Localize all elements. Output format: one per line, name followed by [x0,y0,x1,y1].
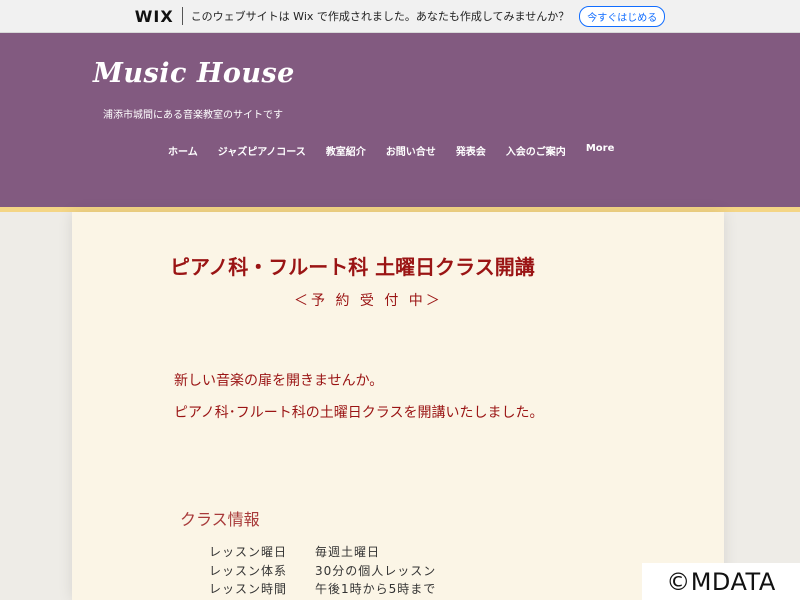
copyright-watermark: ©MDATA [642,563,800,600]
nav-item-recital[interactable]: 発表会 [446,143,496,158]
site-subtitle: 浦添市城間にある音楽教室のサイトです [103,110,283,121]
intro-text-line: ピアノ科･フルート科の土曜日クラスを開講いたしました。 [174,405,544,421]
class-info-row: レッスン時間 午後1時から5時まで [209,580,436,597]
class-info-heading: クラス情報 [180,510,260,529]
nav-item-more[interactable]: More [576,143,625,158]
intro-text-line: 新しい音楽の扉を開きませんか。 [174,373,384,389]
page-headline: ピアノ科・フルート科 土曜日クラス開講 [170,255,535,279]
site-title[interactable]: Music House [93,58,295,89]
wix-divider [181,7,183,25]
class-info-row: レッスン曜日 毎週土曜日 [209,543,380,560]
wix-banner-message: このウェブサイトは Wix で作成されました。あなたも作成してみませんか？ [190,10,570,23]
nav-item-jazz-piano[interactable]: ジャズピアノコース [208,143,316,158]
class-info-value: 30分の個人レッスン [315,564,437,578]
class-info-label: レッスン体系 [209,564,288,578]
reservation-notice: ＜予 約 受 付 中＞ [294,293,443,309]
class-info-value: 午後1時から5時まで [315,582,437,596]
nav-item-home[interactable]: ホーム [158,143,208,158]
wix-banner: WIX このウェブサイトは Wix で作成されました。あなたも作成してみませんか… [0,0,800,33]
nav-item-enrollment[interactable]: 入会のご案内 [496,143,576,158]
class-info-value: 毎週土曜日 [315,545,381,559]
nav-item-contact[interactable]: お問い合せ [376,143,446,158]
class-info-label: レッスン時間 [209,582,288,596]
wix-start-button[interactable]: 今すぐはじめる [579,5,666,27]
nav-item-about[interactable]: 教室紹介 [316,143,376,158]
main-nav: ホーム ジャズピアノコース 教室紹介 お問い合せ 発表会 入会のご案内 More [158,143,624,158]
wix-logo[interactable]: WIX [135,7,174,26]
class-info-label: レッスン曜日 [209,545,288,559]
class-info-row: レッスン体系 30分の個人レッスン [209,562,436,579]
